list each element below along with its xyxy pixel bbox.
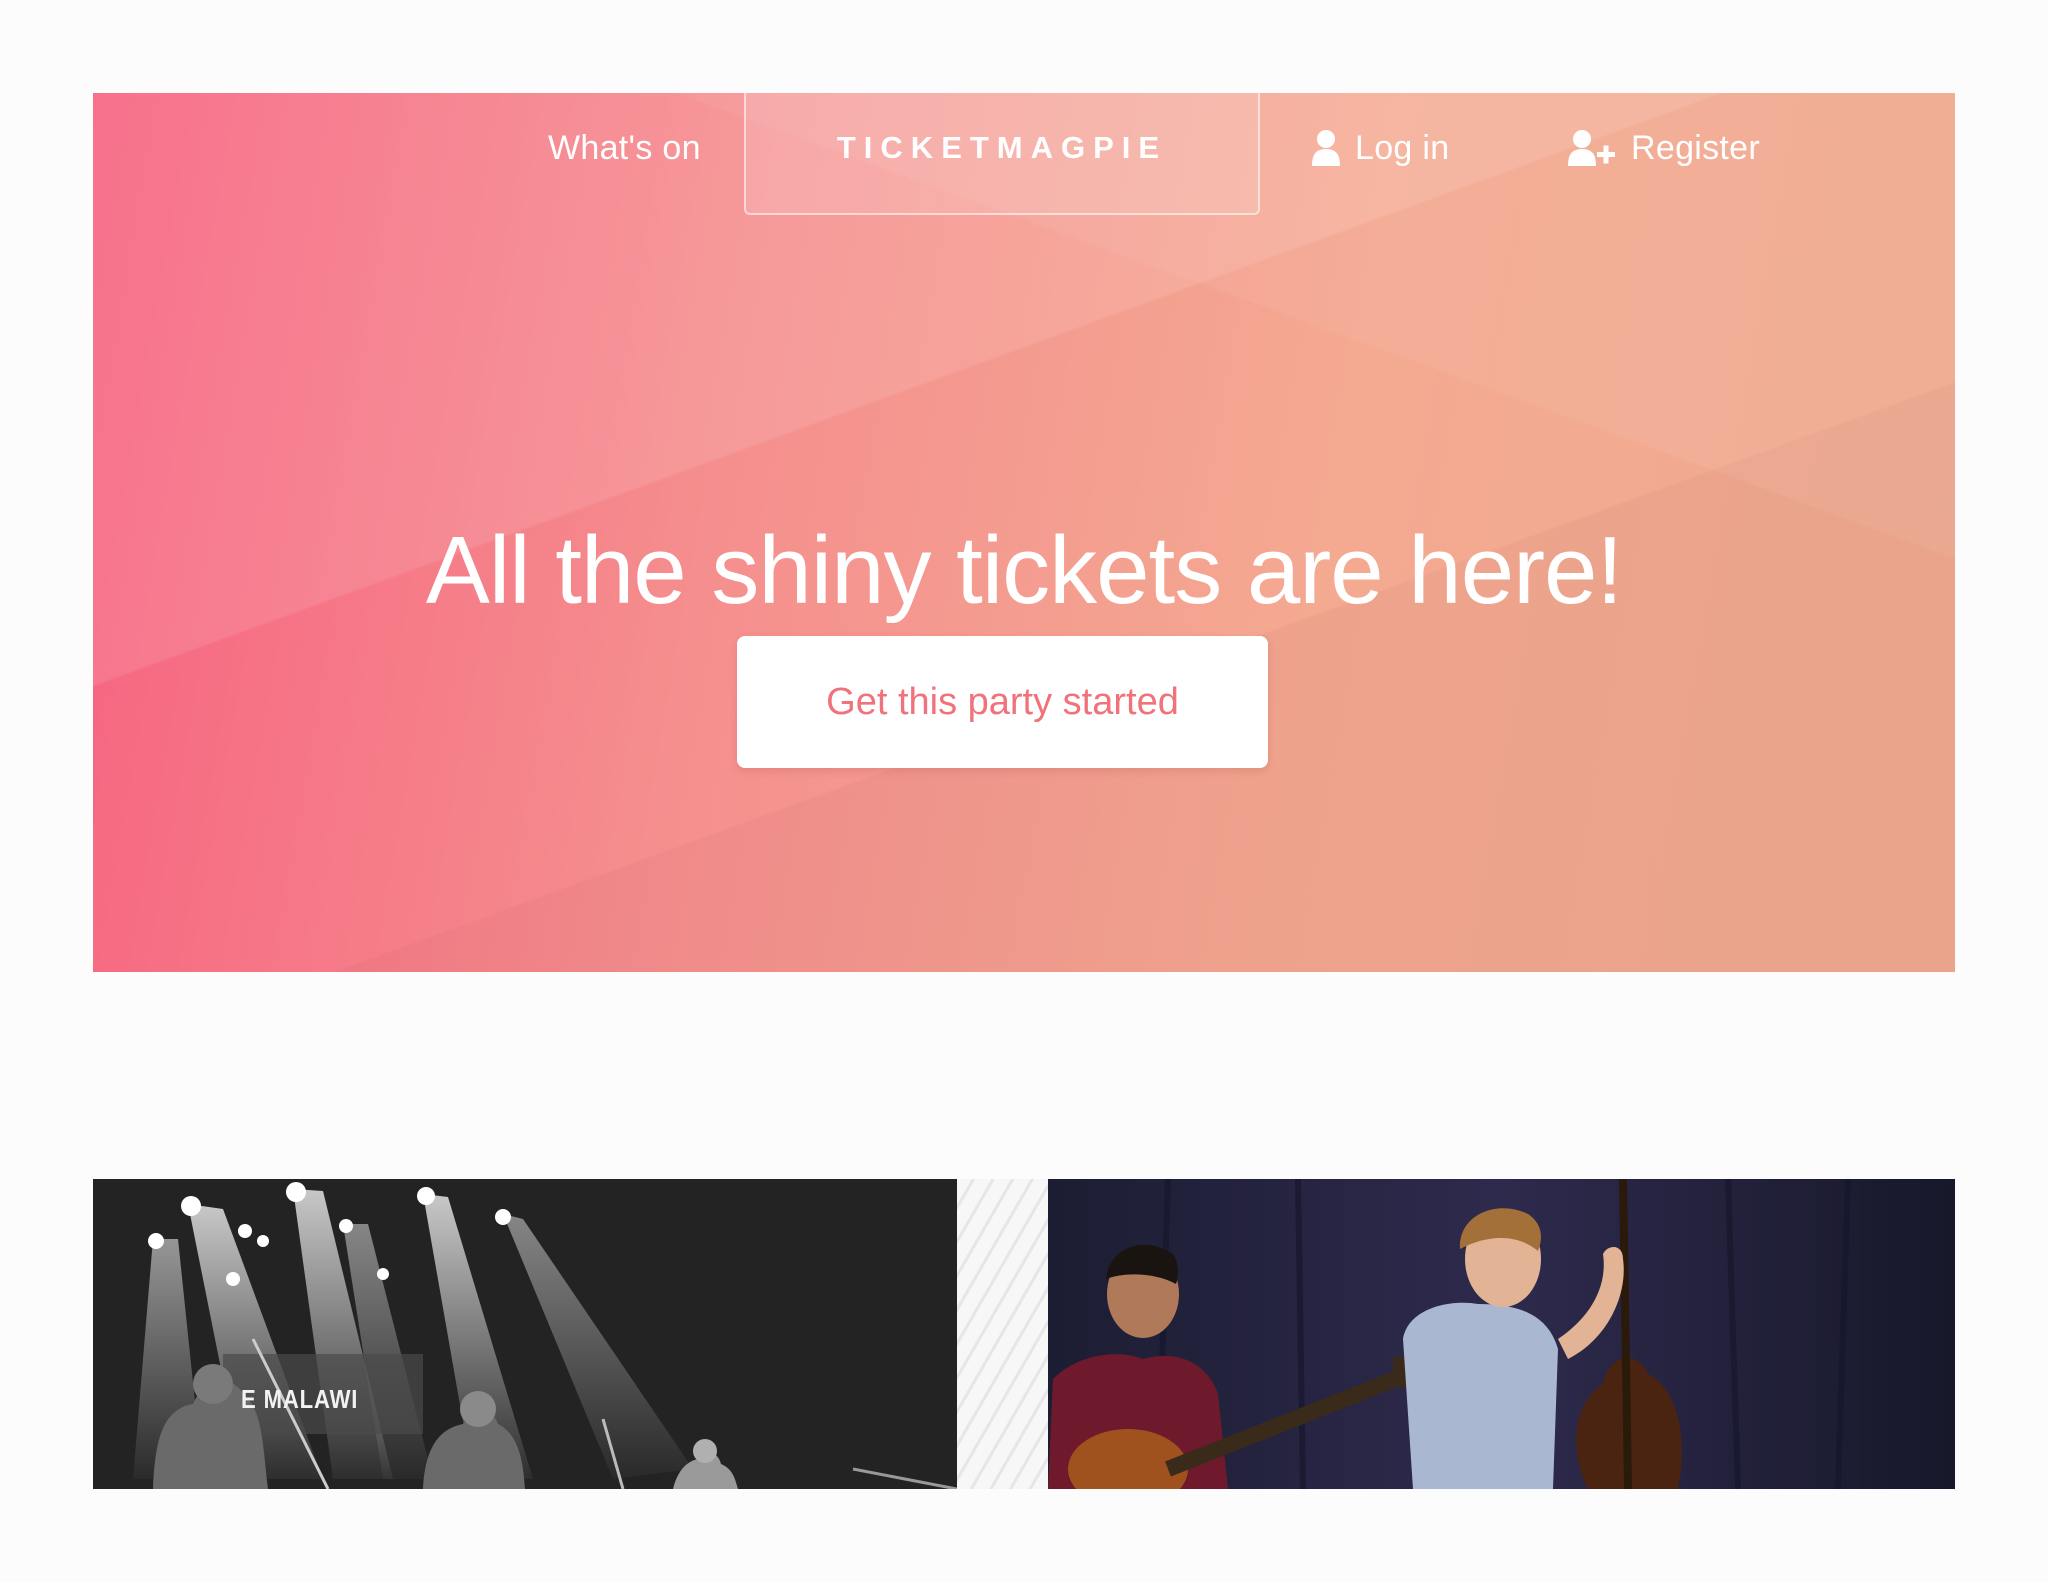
concert-photo-image <box>93 1179 957 1489</box>
brand-name: TICKETMAGPIE <box>836 130 1168 165</box>
get-started-button[interactable]: Get this party started <box>737 636 1268 768</box>
hero-headline: All the shiny tickets are here! <box>425 517 1623 624</box>
nav-register-label: Register <box>1631 129 1761 167</box>
user-icon <box>1311 129 1341 167</box>
top-navigation: What's on TICKETMAGPIE Log in Register <box>93 93 1955 215</box>
nav-whats-on-link[interactable]: What's on <box>548 93 701 215</box>
event-gallery: E MALAWI <box>93 1179 1955 1489</box>
nav-login-link[interactable]: Log in <box>1311 93 1449 215</box>
user-plus-icon <box>1567 129 1617 167</box>
jazz-band-photo-image <box>1048 1179 1955 1489</box>
nav-whats-on-label: What's on <box>548 129 701 167</box>
concert-banner-text: E MALAWI <box>241 1384 359 1414</box>
hero-banner: What's on TICKETMAGPIE Log in Register A… <box>93 93 1955 972</box>
get-started-label: Get this party started <box>826 680 1179 723</box>
gallery-divider <box>957 1179 1048 1489</box>
brand-logo-box[interactable]: TICKETMAGPIE <box>744 93 1260 215</box>
concert-photo[interactable]: E MALAWI <box>93 1179 957 1489</box>
page: What's on TICKETMAGPIE Log in Register A… <box>0 0 2048 1582</box>
nav-login-label: Log in <box>1355 129 1450 167</box>
nav-register-link[interactable]: Register <box>1567 93 1760 215</box>
jazz-band-photo[interactable] <box>1048 1179 1955 1489</box>
